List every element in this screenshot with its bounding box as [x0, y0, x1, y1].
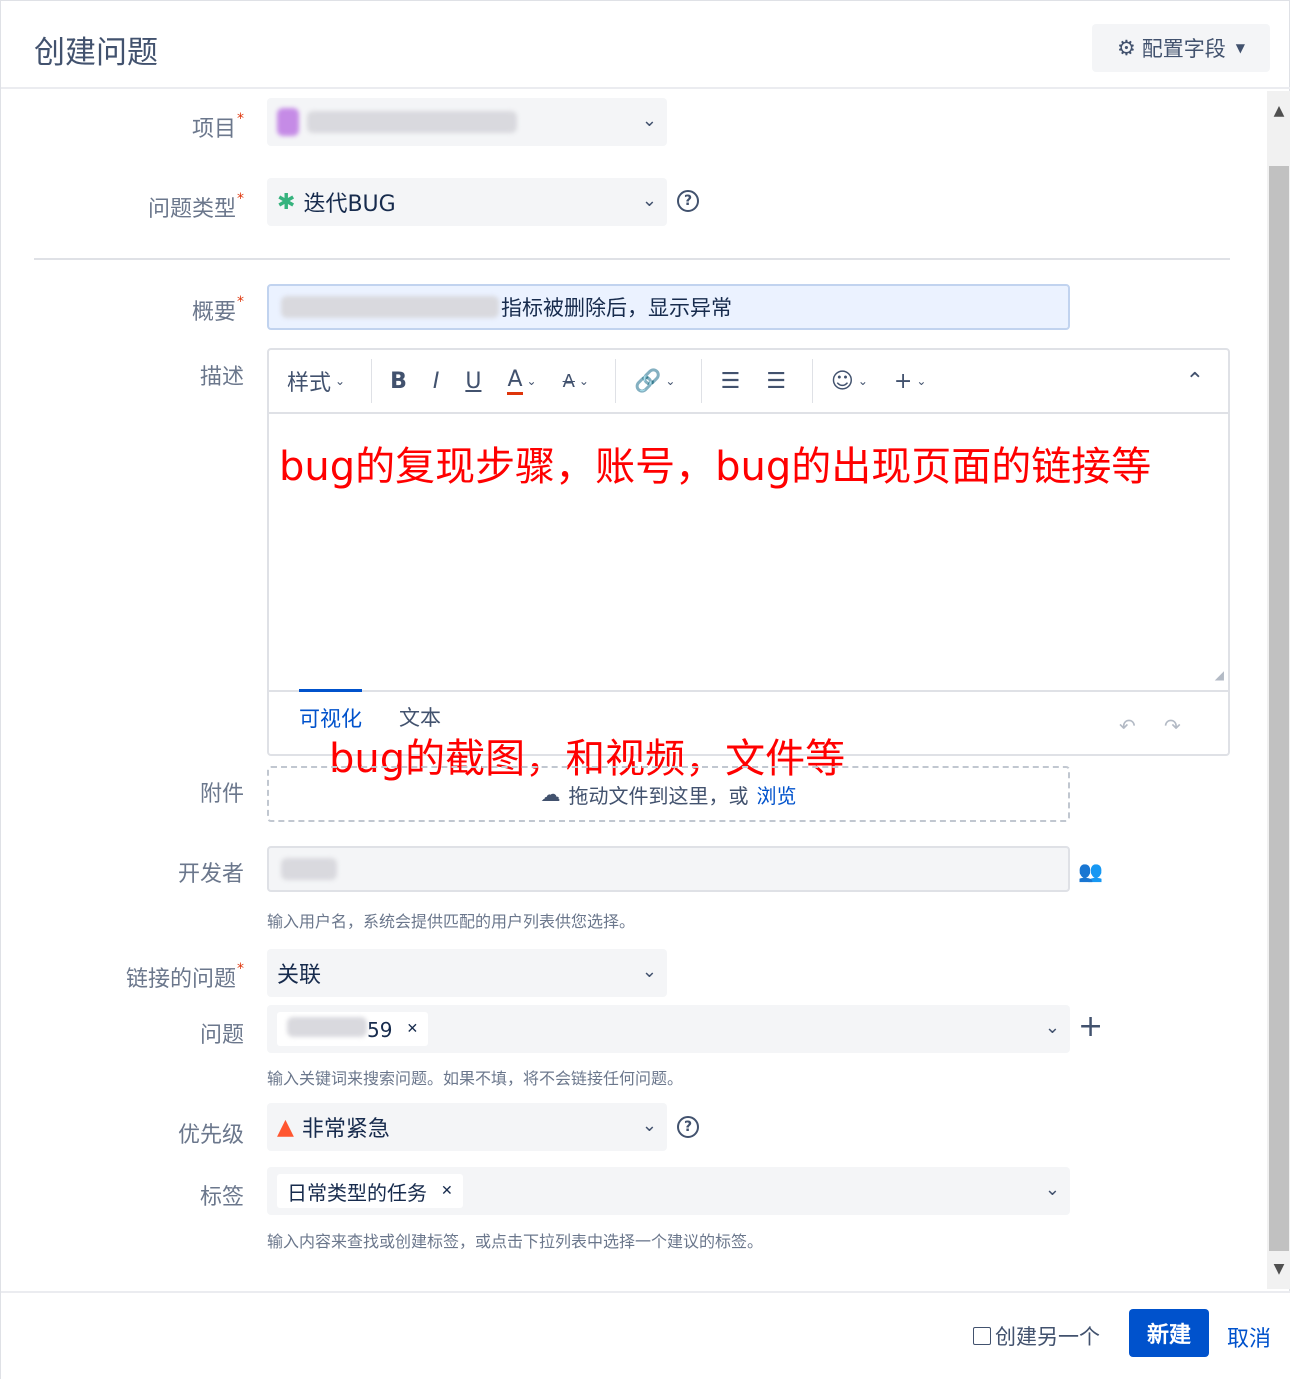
link-icon: 🔗 — [633, 368, 662, 394]
remove-chip-icon[interactable]: ✕ — [406, 1021, 418, 1037]
help-icon[interactable]: ? — [677, 1116, 699, 1138]
chevron-down-icon: ⌄ — [641, 190, 657, 211]
chevron-down-icon: ⌄ — [641, 110, 657, 131]
priority-select[interactable]: ▲ 非常紧急 ⌄ — [267, 1103, 667, 1151]
labels-hint: 输入内容来查找或创建标签，或点击下拉列表中选择一个建议的标签。 — [267, 1232, 764, 1251]
checkbox[interactable] — [973, 1327, 991, 1345]
issue-type-value: 迭代BUG — [303, 192, 396, 217]
description-editor[interactable]: 样式 ⌄ B I U A ⌄ A ⌄ 🔗 ⌄ ☰ ☰ ☺ ⌄ + ⌄ ⌃ bug的复现步骤，… — [267, 348, 1230, 756]
project-name-redacted — [307, 111, 517, 133]
labels-label: 标签 — [199, 1185, 244, 1210]
editor-toolbar: 样式 ⌄ B I U A ⌄ A ⌄ 🔗 ⌄ ☰ ☰ ☺ ⌄ + ⌄ ⌃ — [269, 350, 1228, 414]
clear-format-button[interactable]: A ⌄ — [563, 371, 589, 392]
add-issue-icon[interactable]: + — [1078, 1009, 1103, 1044]
chevron-down-icon: ⌄ — [641, 1115, 657, 1136]
issue-label: 问题 — [199, 1023, 244, 1048]
scrollbar[interactable]: ▲ ▼ — [1267, 91, 1290, 1289]
project-select[interactable]: ⌄ — [267, 98, 667, 146]
link-type-value: 关联 — [277, 963, 322, 988]
bullet-list-button[interactable]: ☰ — [720, 369, 740, 394]
configure-fields-label: 配置字段 — [1141, 37, 1226, 61]
configure-fields-button[interactable]: ⚙ 配置字段 ▼ — [1092, 24, 1270, 72]
issue-type-label: 问题类型* — [147, 191, 244, 222]
linked-issues-label: 链接的问题* — [125, 961, 244, 992]
summary-label: 概要* — [191, 294, 244, 325]
plus-icon: + — [893, 368, 913, 394]
chevron-down-icon: ⌄ — [641, 961, 657, 982]
priority-value: 非常紧急 — [301, 1117, 390, 1142]
summary-input[interactable]: 指标被删除后，显示异常 — [267, 284, 1070, 330]
create-button[interactable]: 新建 — [1129, 1309, 1209, 1357]
create-another-label: 创建另一个 — [995, 1325, 1100, 1349]
dialog-header: 创建问题 ⚙ 配置字段 ▼ — [1, 1, 1290, 89]
labels-picker[interactable]: 日常类型的任务 ✕ ⌄ — [267, 1167, 1070, 1215]
form-body: 项目* ⌄ 问题类型* ✱ 迭代BUG ⌄ ? 概要* 指标被删除后，显示异常 … — [1, 91, 1265, 1289]
developer-input[interactable] — [267, 846, 1070, 892]
create-another-checkbox[interactable]: 创建另一个 — [973, 1321, 1100, 1351]
dialog-title: 创建问题 — [34, 35, 158, 71]
help-icon[interactable]: ? — [677, 190, 699, 212]
developer-value-redacted — [281, 858, 337, 880]
browse-link[interactable]: 浏览 — [757, 780, 797, 809]
resize-handle-icon[interactable]: ◢ — [1215, 668, 1224, 682]
gear-icon: ⚙ — [1116, 36, 1136, 60]
cloud-upload-icon: ☁ — [540, 782, 561, 806]
summary-value: 指标被删除后，显示异常 — [501, 296, 732, 320]
insert-button[interactable]: + ⌄ — [894, 369, 927, 394]
italic-button[interactable]: I — [433, 369, 440, 394]
attachment-label: 附件 — [199, 782, 244, 807]
link-type-select[interactable]: 关联 ⌄ — [267, 949, 667, 997]
priority-label: 优先级 — [177, 1123, 244, 1148]
redo-icon[interactable]: ↷ — [1164, 714, 1181, 738]
scroll-thumb[interactable] — [1269, 166, 1289, 1251]
divider — [34, 258, 1230, 260]
drop-text: 拖动文件到这里，或 — [568, 783, 749, 808]
scroll-down-icon[interactable]: ▼ — [1267, 1261, 1290, 1277]
issue-key-redacted — [287, 1016, 367, 1037]
bullet-list-icon: ☰ — [720, 368, 741, 394]
numbered-list-button[interactable]: ☰ — [766, 369, 786, 394]
summary-prefix-redacted — [281, 296, 499, 318]
issue-chip: 59 ✕ — [277, 1012, 429, 1046]
issue-hint: 输入关键词来搜索问题。如果不填，将不会链接任何问题。 — [267, 1069, 684, 1088]
attachment-dropzone[interactable]: ☁ 拖动文件到这里，或 浏览 — [267, 766, 1070, 822]
chevron-down-icon: ⌄ — [1044, 1017, 1060, 1038]
emoji-button[interactable]: ☺ ⌄ — [831, 369, 868, 394]
bug-icon: ✱ — [277, 189, 296, 215]
label-chip: 日常类型的任务 ✕ — [277, 1174, 463, 1208]
collapse-toolbar-button[interactable]: ⌃ — [1186, 369, 1204, 394]
undo-icon[interactable]: ↶ — [1119, 714, 1136, 738]
style-dropdown[interactable]: 样式 ⌄ — [287, 365, 345, 397]
collapse-icon: ⌃ — [1185, 368, 1204, 394]
emoji-icon: ☺ — [830, 368, 854, 394]
issue-type-select[interactable]: ✱ 迭代BUG ⌄ — [267, 178, 667, 226]
create-issue-dialog: 创建问题 ⚙ 配置字段 ▼ 项目* ⌄ 问题类型* ✱ 迭代BUG ⌄ ? 概要… — [0, 0, 1290, 1379]
link-button[interactable]: 🔗 ⌄ — [634, 369, 675, 394]
dialog-footer: 创建另一个 新建 取消 — [1, 1291, 1290, 1379]
developer-label: 开发者 — [177, 862, 244, 887]
scroll-up-icon[interactable]: ▲ — [1267, 103, 1290, 119]
description-label: 描述 — [199, 365, 244, 390]
people-icon[interactable]: 👥 — [1078, 859, 1103, 883]
issue-picker[interactable]: 59 ✕ ⌄ — [267, 1005, 1070, 1053]
caret-down-icon: ▼ — [1235, 41, 1246, 55]
priority-icon: ▲ — [277, 1114, 294, 1140]
description-content: bug的复现步骤，账号，bug的出现页面的链接等 — [279, 444, 1152, 490]
bold-button[interactable]: B — [390, 369, 407, 394]
underline-button[interactable]: U — [465, 369, 481, 394]
developer-hint: 输入用户名，系统会提供匹配的用户列表供您选择。 — [267, 912, 636, 931]
project-label: 项目* — [191, 111, 244, 142]
remove-chip-icon[interactable]: ✕ — [441, 1183, 453, 1199]
text-color-button[interactable]: A ⌄ — [507, 367, 537, 395]
numbered-list-icon: ☰ — [766, 368, 786, 394]
project-avatar — [277, 108, 299, 136]
chevron-down-icon: ⌄ — [1044, 1179, 1060, 1200]
cancel-link[interactable]: 取消 — [1227, 1321, 1271, 1353]
